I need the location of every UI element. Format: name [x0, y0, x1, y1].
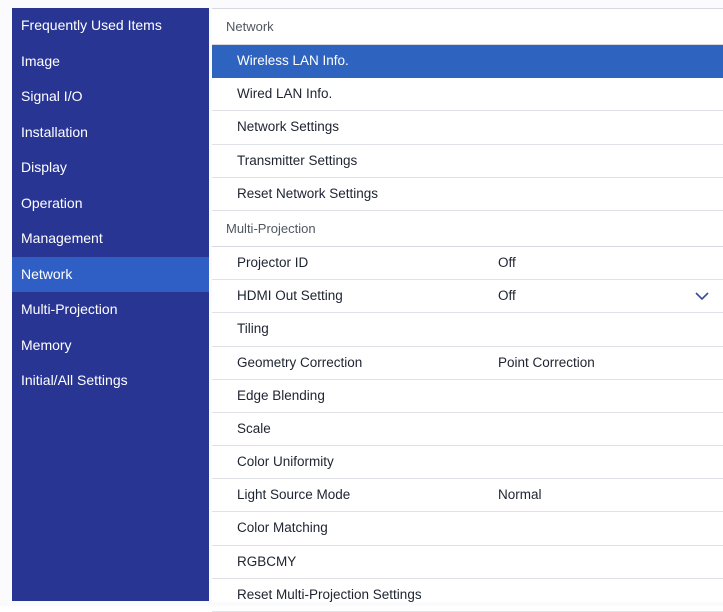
menu-item-value: Normal: [498, 487, 542, 503]
menu-item-light-source-mode[interactable]: Light Source Mode Normal: [212, 479, 723, 513]
menu-item-value: Point Correction: [498, 354, 595, 370]
menu-item-network-settings[interactable]: Network Settings: [212, 111, 723, 145]
sidebar-item-network[interactable]: Network: [12, 256, 209, 292]
menu-item-tiling[interactable]: Tiling: [212, 313, 723, 347]
sidebar-item-multi-projection[interactable]: Multi-Projection: [12, 292, 209, 328]
menu-item-color-uniformity[interactable]: Color Uniformity: [212, 446, 723, 480]
menu-item-edge-blending[interactable]: Edge Blending: [212, 380, 723, 413]
sidebar-item-installation[interactable]: Installation: [12, 115, 209, 151]
menu-frame: Frequently Used Items Image Signal I/O I…: [0, 0, 723, 612]
menu-item-label: Transmitter Settings: [237, 152, 358, 168]
sidebar-item-signal-io[interactable]: Signal I/O: [12, 79, 209, 115]
menu-item-reset-network-settings[interactable]: Reset Network Settings: [212, 178, 723, 211]
menu-item-wireless-lan-info[interactable]: Wireless LAN Info.: [212, 45, 723, 79]
menu-item-projector-id[interactable]: Projector ID Off: [212, 247, 723, 281]
menu-item-value: Off: [498, 254, 516, 270]
sidebar-item-display[interactable]: Display: [12, 150, 209, 186]
menu-item-label: Network Settings: [237, 119, 340, 135]
sidebar-item-operation[interactable]: Operation: [12, 186, 209, 222]
menu-item-scale[interactable]: Scale: [212, 413, 723, 447]
sidebar: Frequently Used Items Image Signal I/O I…: [12, 8, 209, 601]
chevron-down-icon[interactable]: [695, 289, 709, 303]
section-header-network: Network: [212, 9, 723, 45]
menu-item-label: RGBCMY: [237, 553, 297, 569]
settings-panel: Network Wireless LAN Info. Wired LAN Inf…: [212, 8, 723, 612]
menu-item-label: Color Matching: [237, 520, 328, 536]
sidebar-item-image[interactable]: Image: [12, 44, 209, 80]
menu-item-geometry-correction[interactable]: Geometry Correction Point Correction: [212, 347, 723, 380]
menu-item-label: Wireless LAN Info.: [237, 53, 349, 68]
menu-item-hdmi-out-setting[interactable]: HDMI Out Setting Off: [212, 280, 723, 314]
menu-item-wired-lan-info[interactable]: Wired LAN Info.: [212, 78, 723, 112]
menu-item-label: Wired LAN Info.: [237, 86, 333, 102]
section-header-multi-projection: Multi-Projection: [212, 210, 723, 247]
menu-item-label: Projector ID: [237, 254, 309, 270]
menu-item-reset-multi-projection-settings[interactable]: Reset Multi-Projection Settings: [212, 579, 723, 612]
sidebar-item-initial-all-settings[interactable]: Initial/All Settings: [12, 363, 209, 399]
menu-item-transmitter-settings[interactable]: Transmitter Settings: [212, 145, 723, 178]
sidebar-item-management[interactable]: Management: [12, 221, 209, 257]
sidebar-item-frequently-used-items[interactable]: Frequently Used Items: [12, 8, 209, 44]
menu-item-label: Scale: [237, 420, 271, 436]
menu-item-label: Color Uniformity: [237, 454, 334, 470]
menu-item-color-matching[interactable]: Color Matching: [212, 512, 723, 546]
menu-item-label: Light Source Mode: [237, 487, 351, 503]
menu-item-label: Edge Blending: [237, 387, 325, 403]
menu-item-label: Reset Multi-Projection Settings: [237, 586, 422, 602]
menu-item-label: Geometry Correction: [237, 354, 363, 370]
menu-item-label: Tiling: [237, 321, 269, 337]
menu-item-value: Off: [498, 288, 516, 304]
sidebar-item-memory[interactable]: Memory: [12, 328, 209, 364]
menu-item-rgbcmy[interactable]: RGBCMY: [212, 546, 723, 579]
menu-item-label: Reset Network Settings: [237, 185, 379, 201]
menu-item-label: HDMI Out Setting: [237, 288, 343, 304]
